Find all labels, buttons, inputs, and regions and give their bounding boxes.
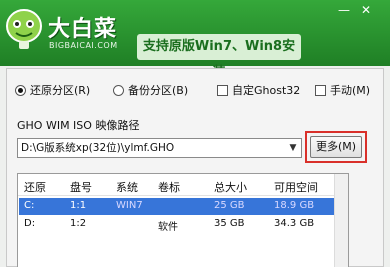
more-button[interactable]: 更多(M) bbox=[310, 136, 362, 158]
logo-url: BIGBAICAI.COM bbox=[49, 41, 118, 50]
cell-disk: 1:1 bbox=[70, 200, 87, 211]
option-label: 自定Ghost32 bbox=[232, 84, 301, 97]
cell-restore: C: bbox=[24, 200, 35, 211]
slogan-banner: 支持原版Win7、Win8安装 bbox=[137, 34, 301, 80]
table-row[interactable]: D: 1:2 软件 35 GB 34.3 GB bbox=[19, 216, 348, 233]
radio-circle bbox=[15, 84, 26, 96]
column-header: 卷标 bbox=[158, 181, 180, 194]
cell-restore: D: bbox=[24, 218, 36, 229]
column-header: 盘号 bbox=[70, 181, 92, 194]
checkbox-box bbox=[315, 84, 326, 96]
cell-system: WIN7 bbox=[116, 200, 143, 211]
image-path-value: D:\G版系统xp(32位)\ylmf.GHO bbox=[21, 142, 175, 154]
option-label: 手动(M) bbox=[330, 84, 371, 97]
cell-free: 18.9 GB bbox=[274, 200, 315, 211]
image-path-label: GHO WIM ISO 映像路径 bbox=[17, 119, 140, 132]
image-path-select[interactable]: D:\G版系统xp(32位)\ylmf.GHO ▼ bbox=[17, 138, 302, 158]
chevron-down-icon[interactable]: ▼ bbox=[285, 139, 301, 157]
cell-total: 25 GB bbox=[214, 200, 245, 211]
partition-table: 还原 盘号 系统 卷标 总大小 可用空间 C: 1:1 WIN7 25 GB 1… bbox=[17, 173, 349, 267]
column-header: 可用空间 bbox=[274, 181, 318, 194]
app-header: 大白菜 BIGBAICAI.COM 支持原版Win7、Win8安装 — ✕ bbox=[0, 0, 390, 80]
minimize-button[interactable]: — bbox=[336, 3, 352, 17]
manual-checkbox[interactable]: 手动(M) bbox=[315, 82, 370, 98]
cell-free: 34.3 GB bbox=[274, 218, 315, 229]
option-label: 还原分区(R) bbox=[30, 84, 91, 97]
column-header: 总大小 bbox=[214, 181, 247, 194]
checkbox-box bbox=[217, 84, 228, 96]
table-scrollbar[interactable] bbox=[334, 174, 348, 267]
main-panel: 还原分区(R) 备份分区(B) 自定Ghost32 手动(M) GHO WIM … bbox=[6, 68, 384, 267]
cell-total: 35 GB bbox=[214, 218, 245, 229]
close-button[interactable]: ✕ bbox=[358, 3, 374, 17]
backup-partition-radio[interactable]: 备份分区(B) bbox=[113, 82, 188, 98]
cabbage-logo-icon bbox=[6, 9, 42, 49]
table-row[interactable]: C: 1:1 WIN7 25 GB 18.9 GB bbox=[19, 198, 348, 215]
table-header: 还原 盘号 系统 卷标 总大小 可用空间 bbox=[18, 174, 348, 196]
restore-partition-radio[interactable]: 还原分区(R) bbox=[15, 82, 90, 98]
option-label: 备份分区(B) bbox=[128, 84, 189, 97]
custom-ghost32-checkbox[interactable]: 自定Ghost32 bbox=[217, 82, 300, 98]
cell-label: 软件 bbox=[158, 222, 178, 233]
radio-circle bbox=[113, 84, 124, 96]
cell-disk: 1:2 bbox=[70, 218, 87, 229]
logo-text: 大白菜 bbox=[48, 17, 118, 42]
column-header: 还原 bbox=[24, 181, 46, 194]
column-header: 系统 bbox=[116, 181, 138, 194]
